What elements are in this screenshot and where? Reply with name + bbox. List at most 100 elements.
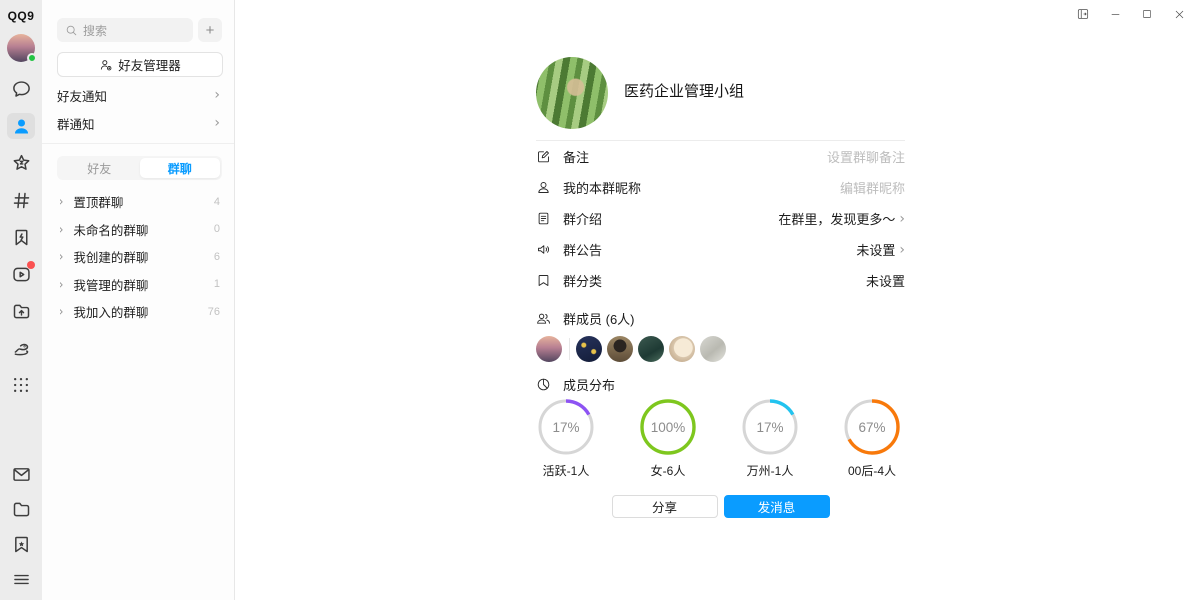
edit-icon: [536, 149, 551, 164]
speaker-icon: [536, 242, 551, 257]
field-value: 编辑群昵称: [840, 178, 905, 197]
close-icon[interactable]: [1168, 3, 1190, 25]
minimize-icon[interactable]: [1104, 3, 1126, 25]
friend-manager-button[interactable]: 好友管理器: [57, 52, 223, 77]
app-logo: QQ9: [8, 9, 35, 23]
member-avatar[interactable]: [669, 336, 695, 362]
messages-icon[interactable]: [7, 76, 35, 102]
members-section-label: 群成员 (6人): [536, 309, 905, 328]
field-label: 群公告: [563, 240, 602, 259]
donut-label: 万州-1人: [719, 462, 821, 479]
search-placeholder: 搜索: [83, 22, 107, 39]
donut-female: 100% 女-6人: [617, 398, 719, 479]
group-avatar[interactable]: [536, 57, 608, 129]
user-avatar[interactable]: [7, 34, 35, 62]
video-icon[interactable]: [7, 261, 35, 287]
friend-notifications-item[interactable]: 好友通知 ›: [42, 81, 234, 109]
menu-icon[interactable]: [7, 566, 35, 592]
field-nickname[interactable]: 我的本群昵称 编辑群昵称: [536, 172, 905, 203]
notification-badge: [27, 261, 35, 269]
members-icon: [536, 311, 551, 326]
donut-location: 17% 万州-1人: [719, 398, 821, 479]
donut-percent: 17%: [741, 398, 799, 456]
field-value: 设置群聊备注: [827, 147, 905, 166]
friend-manager-icon: [99, 58, 113, 72]
field-label: 群分类: [563, 271, 602, 290]
group-count: 4: [214, 196, 220, 208]
contacts-icon[interactable]: [7, 113, 35, 139]
chevron-right-icon: ›: [214, 88, 220, 102]
field-value: 在群里，发现更多～: [778, 209, 895, 228]
contact-tabs: 好友 群聊: [57, 156, 222, 180]
member-avatar[interactable]: [638, 336, 664, 362]
group-category-label: 我管理的群聊: [73, 275, 148, 294]
member-avatar[interactable]: [700, 336, 726, 362]
group-category-joined[interactable]: › 我加入的群聊 76: [42, 298, 234, 326]
member-avatar-strip: [536, 336, 905, 362]
group-category-managed[interactable]: › 我管理的群聊 1: [42, 271, 234, 299]
folder-icon[interactable]: [7, 496, 35, 522]
member-avatar[interactable]: [536, 336, 562, 362]
tab-friends[interactable]: 好友: [59, 158, 140, 178]
group-notifications-item[interactable]: 群通知 ›: [42, 109, 234, 137]
game-center-icon[interactable]: [7, 224, 35, 250]
chevron-right-icon: ›: [899, 242, 905, 258]
search-icon: [65, 24, 78, 37]
field-label: 备注: [563, 147, 589, 166]
person-icon: [536, 180, 551, 195]
donut-label: 女-6人: [617, 462, 719, 479]
left-rail: QQ9: [0, 0, 42, 600]
mail-icon[interactable]: [7, 461, 35, 487]
group-category-unnamed[interactable]: › 未命名的群聊 0: [42, 216, 234, 244]
group-profile-panel: 医药企业管理小组 备注 设置群聊备注 我的本群昵称 编辑群昵称 群介绍 在群里，…: [235, 0, 1200, 600]
chevron-right-icon: ›: [59, 196, 63, 208]
group-category-label: 我创建的群聊: [73, 247, 148, 266]
channels-hash-icon[interactable]: [7, 187, 35, 213]
pie-chart-icon: [536, 377, 551, 392]
qq-app-window: QQ9: [0, 0, 1200, 600]
search-input[interactable]: 搜索: [57, 18, 193, 42]
popout-window-icon[interactable]: [1072, 3, 1094, 25]
donut-label: 00后-4人: [821, 462, 923, 479]
donut-percent: 100%: [639, 398, 697, 456]
member-avatar[interactable]: [576, 336, 602, 362]
file-folder-up-icon[interactable]: [7, 298, 35, 324]
chevron-right-icon: ›: [59, 251, 63, 263]
donut-age: 67% 00后-4人: [821, 398, 923, 479]
donut-percent: 67%: [843, 398, 901, 456]
group-category-created[interactable]: › 我创建的群聊 6: [42, 243, 234, 271]
friend-manager-label: 好友管理器: [118, 55, 181, 74]
owner-divider: [569, 338, 570, 360]
field-value: 未设置: [856, 240, 895, 259]
send-message-button[interactable]: 发消息: [724, 495, 830, 518]
tab-groups[interactable]: 群聊: [140, 158, 221, 178]
qzone-star-icon[interactable]: [7, 150, 35, 176]
share-button[interactable]: 分享: [612, 495, 718, 518]
group-category-pinned[interactable]: › 置顶群聊 4: [42, 188, 234, 216]
group-count: 76: [208, 306, 220, 318]
chevron-right-icon: ›: [59, 306, 63, 318]
penguin-doodle-icon[interactable]: [7, 335, 35, 361]
field-label: 群介绍: [563, 209, 602, 228]
group-count: 1: [214, 278, 220, 290]
field-category[interactable]: 群分类 未设置: [536, 265, 905, 296]
doc-icon: [536, 211, 551, 226]
group-notifications-label: 群通知: [57, 114, 95, 133]
field-intro[interactable]: 群介绍 在群里，发现更多～ ›: [536, 203, 905, 234]
collections-bookmark-icon[interactable]: [7, 531, 35, 557]
add-button[interactable]: +: [198, 18, 222, 42]
distribution-charts: 17% 活跃-1人 100% 女-6人: [536, 398, 905, 482]
member-avatar[interactable]: [607, 336, 633, 362]
donut-label: 活跃-1人: [515, 462, 617, 479]
group-count: 0: [214, 223, 220, 235]
field-remark[interactable]: 备注 设置群聊备注: [536, 141, 905, 172]
field-value: 未设置: [866, 271, 905, 290]
window-titlebar: [1072, 0, 1200, 28]
apps-grid-icon[interactable]: [7, 372, 35, 398]
donut-percent: 17%: [537, 398, 595, 456]
maximize-icon[interactable]: [1136, 3, 1158, 25]
field-announcement[interactable]: 群公告 未设置 ›: [536, 234, 905, 265]
group-category-label: 我加入的群聊: [73, 302, 148, 321]
online-status-dot: [27, 53, 37, 63]
distribution-section-label: 成员分布: [536, 375, 905, 394]
